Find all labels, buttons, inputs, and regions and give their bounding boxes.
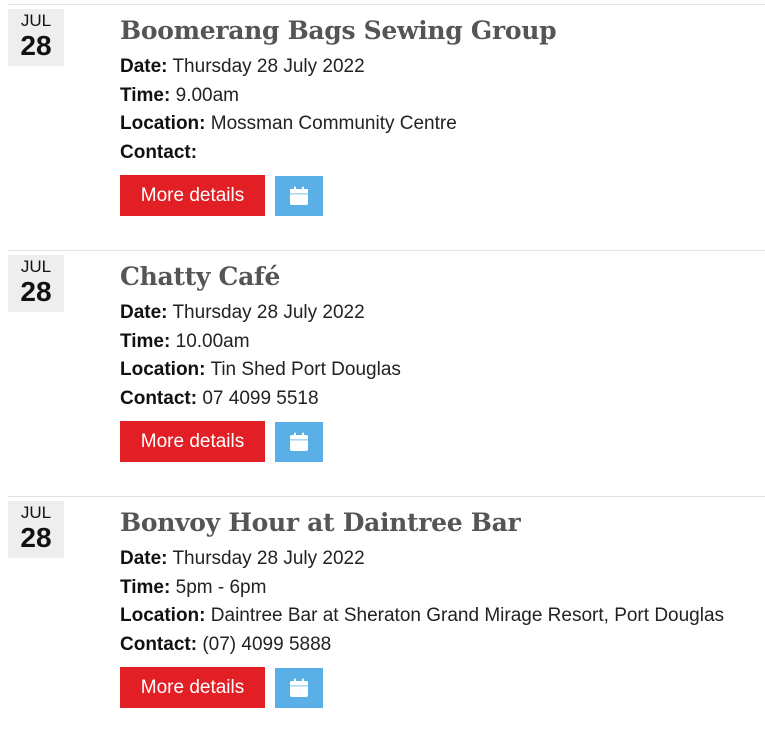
- more-details-button[interactable]: More details: [120, 421, 265, 462]
- add-to-calendar-button[interactable]: [275, 668, 323, 708]
- event-item: JUL 28 Bonvoy Hour at Daintree Bar Date:…: [0, 492, 765, 738]
- event-contact-row: Contact: (07) 4099 5888: [120, 631, 331, 659]
- event-location-row: Location: Mossman Community Centre: [120, 110, 457, 138]
- event-location-row: Location: Tin Shed Port Douglas: [120, 356, 401, 384]
- event-day: 28: [20, 522, 52, 553]
- event-date-row: Date: Thursday 28 July 2022: [120, 53, 365, 81]
- event-location-value: Mossman Community Centre: [210, 113, 457, 134]
- date-label: Date:: [120, 302, 168, 323]
- event-day: 28: [20, 30, 52, 61]
- event-month: JUL: [20, 257, 52, 276]
- event-time-value: 5pm - 6pm: [175, 577, 267, 598]
- event-date-badge: JUL 28: [8, 501, 64, 558]
- event-time-row: Time: 5pm - 6pm: [120, 574, 266, 602]
- event-title[interactable]: Boomerang Bags Sewing Group: [120, 14, 557, 48]
- divider: [8, 4, 765, 5]
- location-label: Location:: [120, 359, 206, 380]
- event-location-value: Tin Shed Port Douglas: [210, 359, 401, 380]
- event-date-badge: JUL 28: [8, 9, 64, 66]
- add-to-calendar-button[interactable]: [275, 176, 323, 216]
- event-date-row: Date: Thursday 28 July 2022: [120, 299, 365, 327]
- date-label: Date:: [120, 56, 168, 77]
- event-date-value: Thursday 28 July 2022: [172, 56, 365, 77]
- event-time-value: 10.00am: [175, 331, 250, 352]
- event-title[interactable]: Bonvoy Hour at Daintree Bar: [120, 506, 521, 540]
- time-label: Time:: [120, 85, 171, 106]
- event-date-value: Thursday 28 July 2022: [172, 548, 365, 569]
- event-item: JUL 28 Boomerang Bags Sewing Group Date:…: [0, 0, 765, 246]
- location-label: Location:: [120, 605, 206, 626]
- event-time-row: Time: 10.00am: [120, 328, 250, 356]
- contact-label: Contact:: [120, 388, 198, 409]
- event-date-value: Thursday 28 July 2022: [172, 302, 365, 323]
- add-to-calendar-button[interactable]: [275, 422, 323, 462]
- time-label: Time:: [120, 331, 171, 352]
- event-day: 28: [20, 276, 52, 307]
- event-date-row: Date: Thursday 28 July 2022: [120, 545, 365, 573]
- contact-label: Contact:: [120, 634, 198, 655]
- event-month: JUL: [20, 11, 52, 30]
- event-time-row: Time: 9.00am: [120, 82, 239, 110]
- event-date-badge: JUL 28: [8, 255, 64, 312]
- event-location-row: Location: Daintree Bar at Sheraton Grand…: [120, 602, 724, 630]
- divider: [8, 250, 765, 251]
- event-contact-value: (07) 4099 5888: [202, 634, 332, 655]
- event-contact-row: Contact:: [120, 139, 197, 167]
- event-contact-row: Contact: 07 4099 5518: [120, 385, 319, 413]
- calendar-icon: [290, 186, 308, 205]
- event-contact-value: 07 4099 5518: [202, 388, 319, 409]
- location-label: Location:: [120, 113, 206, 134]
- more-details-button[interactable]: More details: [120, 667, 265, 708]
- event-location-value: Daintree Bar at Sheraton Grand Mirage Re…: [210, 605, 725, 626]
- calendar-icon: [290, 678, 308, 697]
- event-time-value: 9.00am: [175, 85, 239, 106]
- more-details-button[interactable]: More details: [120, 175, 265, 216]
- event-title[interactable]: Chatty Café: [120, 260, 280, 294]
- divider: [8, 496, 765, 497]
- calendar-icon: [290, 432, 308, 451]
- date-label: Date:: [120, 548, 168, 569]
- contact-label: Contact:: [120, 142, 198, 163]
- time-label: Time:: [120, 577, 171, 598]
- event-item: JUL 28 Chatty Café Date: Thursday 28 Jul…: [0, 246, 765, 492]
- event-month: JUL: [20, 503, 52, 522]
